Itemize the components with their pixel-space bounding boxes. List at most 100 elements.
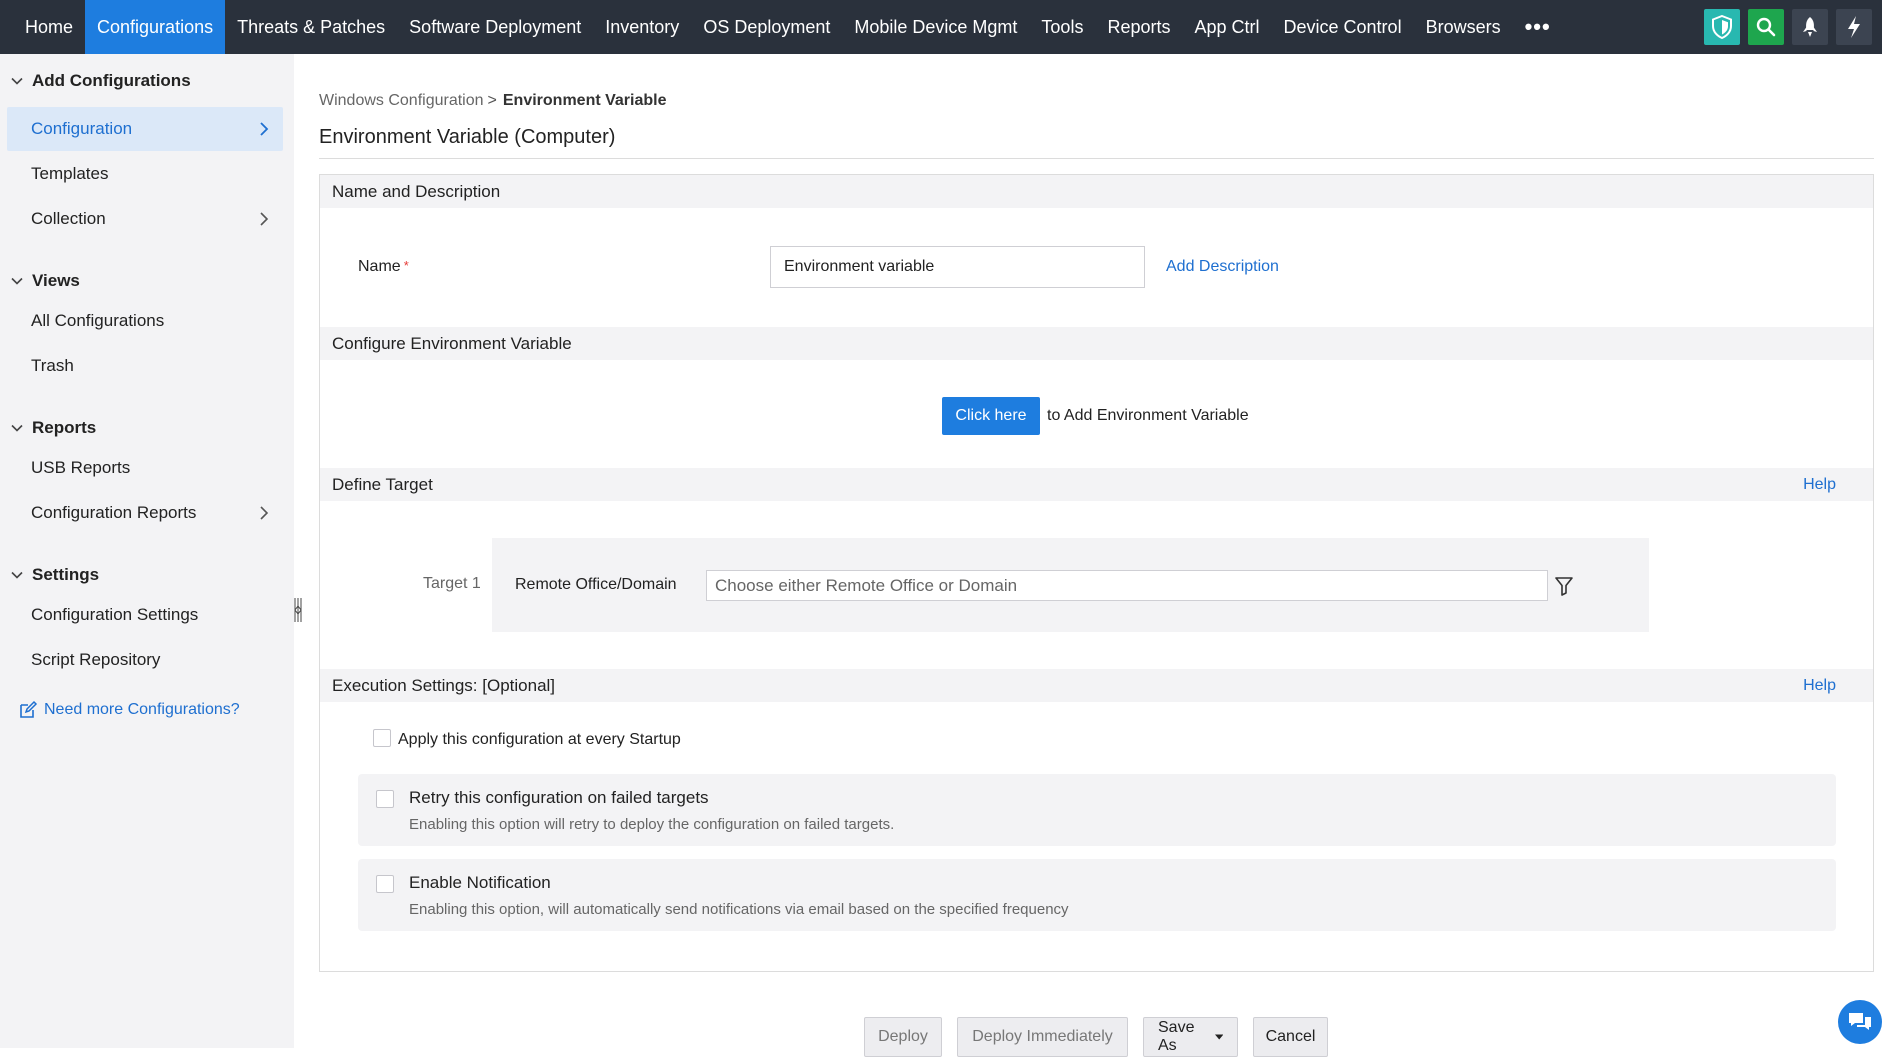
- save-as-button[interactable]: Save As: [1143, 1017, 1238, 1057]
- section-name-description: Name and Description: [320, 175, 1873, 208]
- click-here-button[interactable]: Click here: [942, 397, 1040, 435]
- notification-title: Enable Notification: [409, 873, 551, 892]
- chevron-down-icon: [11, 277, 23, 285]
- need-more-configurations-link[interactable]: Need more Configurations?: [0, 700, 240, 720]
- edit-icon: [20, 700, 38, 718]
- nav-browsers[interactable]: Browsers: [1414, 0, 1513, 54]
- nav-app-ctrl[interactable]: App Ctrl: [1182, 0, 1271, 54]
- section-configure-environment-variable: Configure Environment Variable: [320, 327, 1873, 360]
- retry-title: Retry this configuration on failed targe…: [409, 788, 709, 807]
- retry-description: Enabling this option will retry to deplo…: [409, 816, 895, 833]
- nav-threats-patches[interactable]: Threats & Patches: [225, 0, 397, 54]
- sidebar-item-configuration-reports[interactable]: Configuration Reports: [7, 491, 283, 535]
- sidebar-item-label: Collection: [31, 209, 106, 228]
- breadcrumb: Windows Configuration > Environment Vari…: [319, 92, 666, 110]
- nav-device-control[interactable]: Device Control: [1272, 0, 1414, 54]
- lightning-icon[interactable]: [1836, 9, 1872, 45]
- define-target-help-link[interactable]: Help: [1803, 476, 1861, 494]
- shield-icon[interactable]: [1704, 9, 1740, 45]
- retry-checkbox[interactable]: [376, 790, 394, 808]
- deploy-immediately-button[interactable]: Deploy Immediately: [957, 1017, 1128, 1057]
- page-title: Environment Variable (Computer): [319, 126, 616, 148]
- nav-inventory[interactable]: Inventory: [593, 0, 691, 54]
- chat-icon[interactable]: [1838, 1000, 1882, 1044]
- section-heading: Define Target: [332, 474, 433, 494]
- nav-tools[interactable]: Tools: [1029, 0, 1095, 54]
- name-input[interactable]: [770, 246, 1145, 288]
- nav-configurations[interactable]: Configurations: [85, 0, 226, 54]
- sidebar-item-label: Configuration: [31, 119, 133, 138]
- startup-checkbox[interactable]: [373, 729, 391, 747]
- sidebar-item-configuration[interactable]: Configuration: [7, 107, 283, 151]
- chevron-down-icon: [11, 424, 23, 432]
- sidebar-item-label: All Configurations: [31, 311, 165, 330]
- breadcrumb-current: Environment Variable: [502, 92, 667, 109]
- sidebar-item-label: USB Reports: [31, 458, 131, 477]
- search-icon[interactable]: [1748, 9, 1784, 45]
- section-define-target: Define Target Help: [320, 468, 1873, 501]
- sidebar-item-collection[interactable]: Collection: [7, 197, 283, 241]
- remote-office-domain-input[interactable]: [706, 570, 1548, 601]
- notification-checkbox[interactable]: [376, 875, 394, 893]
- sidebar-group-label: Reports: [32, 418, 97, 437]
- breadcrumb-separator: >: [487, 92, 497, 109]
- configuration-panel: Name and Description Name* Add Descripti…: [319, 174, 1874, 972]
- chevron-right-icon: [260, 506, 269, 520]
- sidebar-group-views[interactable]: Views: [0, 268, 294, 294]
- remote-office-domain-label: Remote Office/Domain: [515, 576, 677, 593]
- target-row: Remote Office/Domain: [492, 538, 1649, 632]
- required-mark: *: [403, 258, 409, 273]
- top-tools: [1704, 0, 1882, 54]
- rocket-icon[interactable]: [1792, 9, 1828, 45]
- sidebar-resize-handle[interactable]: [294, 596, 302, 624]
- sidebar-group-label: Views: [32, 271, 80, 290]
- nav-os-deployment[interactable]: OS Deployment: [691, 0, 842, 54]
- add-description-link[interactable]: Add Description: [1166, 258, 1279, 276]
- sidebar-item-script-repository[interactable]: Script Repository: [7, 638, 283, 682]
- section-execution-settings: Execution Settings: [Optional] Help: [320, 669, 1873, 702]
- save-as-label: Save As: [1158, 1019, 1195, 1054]
- sidebar-item-all-configurations[interactable]: All Configurations: [7, 299, 283, 343]
- notification-option-card: Enable Notification Enabling this option…: [358, 859, 1836, 931]
- notification-description: Enabling this option, will automatically…: [409, 901, 1069, 918]
- breadcrumb-parent[interactable]: Windows Configuration: [319, 92, 484, 110]
- sidebar-item-trash[interactable]: Trash: [7, 344, 283, 388]
- nav-mobile-device-mgmt[interactable]: Mobile Device Mgmt: [842, 0, 1029, 54]
- filter-icon[interactable]: [1555, 576, 1573, 596]
- section-heading: Name and Description: [332, 181, 501, 201]
- cancel-button[interactable]: Cancel: [1253, 1017, 1328, 1057]
- top-navigation-bar: Home Configurations Threats & Patches So…: [0, 0, 1882, 54]
- nav-software-deployment[interactable]: Software Deployment: [397, 0, 593, 54]
- chevron-right-icon: [260, 212, 269, 226]
- startup-label: Apply this configuration at every Startu…: [398, 731, 681, 748]
- chevron-down-icon: [11, 77, 23, 85]
- execution-settings-help-link[interactable]: Help: [1803, 677, 1861, 695]
- sidebar-item-label: Templates: [31, 164, 109, 183]
- sidebar: Add Configurations Configuration Templat…: [0, 54, 294, 1048]
- sidebar-group-settings[interactable]: Settings: [0, 562, 294, 588]
- sidebar-group-reports[interactable]: Reports: [0, 415, 294, 441]
- sidebar-item-label: Trash: [31, 356, 74, 375]
- retry-option-card: Retry this configuration on failed targe…: [358, 774, 1836, 846]
- name-label: Name *: [358, 258, 409, 276]
- nav-more-icon[interactable]: •••: [1513, 0, 1563, 54]
- nav-home[interactable]: Home: [0, 0, 85, 54]
- add-env-variable-text: to Add Environment Variable: [1047, 407, 1249, 424]
- title-divider: [319, 158, 1874, 159]
- chevron-down-icon: [11, 571, 23, 579]
- need-more-configurations-label: Need more Configurations?: [44, 701, 240, 718]
- sidebar-item-templates[interactable]: Templates: [7, 152, 283, 196]
- nav-reports[interactable]: Reports: [1095, 0, 1182, 54]
- sidebar-item-label: Configuration Settings: [31, 605, 199, 624]
- sidebar-group-label: Add Configurations: [32, 71, 191, 90]
- chevron-right-icon: [260, 122, 269, 136]
- deploy-button[interactable]: Deploy: [864, 1017, 942, 1057]
- sidebar-item-usb-reports[interactable]: USB Reports: [7, 446, 283, 490]
- sidebar-item-label: Configuration Reports: [31, 503, 197, 522]
- sidebar-group-label: Settings: [32, 565, 100, 584]
- section-heading: Configure Environment Variable: [332, 333, 572, 353]
- sidebar-group-add-configurations[interactable]: Add Configurations: [0, 68, 294, 94]
- target-number-label: Target 1: [423, 575, 481, 592]
- sidebar-item-configuration-settings[interactable]: Configuration Settings: [7, 593, 283, 637]
- caret-down-icon: [1214, 1034, 1223, 1040]
